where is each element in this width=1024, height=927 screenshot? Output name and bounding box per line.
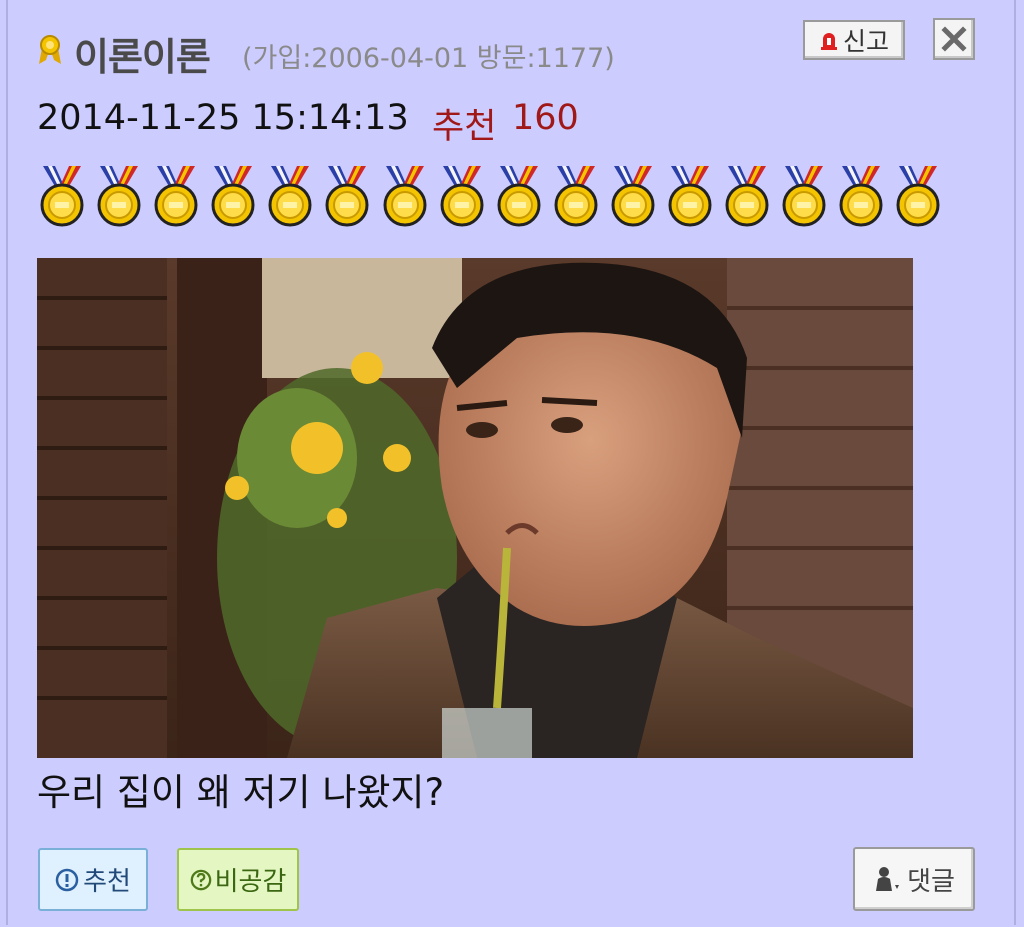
comment-person-icon xyxy=(876,867,900,891)
medal-icon xyxy=(325,166,369,227)
exclamation-circle-icon xyxy=(55,868,79,891)
member-info: (가입:2006-04-01 방문:1177) xyxy=(242,43,615,74)
medal-icon xyxy=(383,166,427,227)
disagree-button[interactable]: 비공감 xyxy=(177,848,299,911)
recommend-label: 추천 xyxy=(432,107,497,147)
medal-icon xyxy=(725,166,769,227)
medal-icon xyxy=(211,166,255,227)
recommend-button[interactable]: 추천 xyxy=(38,848,148,911)
disagree-button-label: 비공감 xyxy=(214,867,287,897)
medal-row xyxy=(37,164,943,228)
ribbon-icon xyxy=(39,35,61,64)
medal-icon xyxy=(40,166,84,227)
report-button[interactable]: 신고 xyxy=(803,20,905,60)
medal-icon xyxy=(268,166,312,227)
medal-icon xyxy=(896,166,940,227)
medal-icon xyxy=(611,166,655,227)
report-label: 신고 xyxy=(842,27,889,56)
medal-icon xyxy=(440,166,484,227)
medal-icon xyxy=(782,166,826,227)
medal-icon xyxy=(554,166,598,227)
question-circle-icon xyxy=(190,869,211,890)
comment-button-label: 댓글 xyxy=(907,866,955,897)
siren-icon xyxy=(820,33,837,50)
close-icon xyxy=(941,26,967,52)
man-drinking-image xyxy=(37,258,913,758)
medal-icon xyxy=(497,166,541,227)
comment-button[interactable]: 댓글 xyxy=(853,847,975,911)
post-datetime: 2014-11-25 15:14:13 xyxy=(37,98,409,138)
close-button[interactable] xyxy=(933,18,975,60)
medal-icon xyxy=(668,166,712,227)
recommend-button-label: 추천 xyxy=(83,867,131,897)
recommend-count: 160 xyxy=(512,98,579,138)
medal-icon xyxy=(154,166,198,227)
post-caption: 우리 집이 왜 저기 나왔지? xyxy=(37,771,445,814)
post-image[interactable] xyxy=(37,258,913,758)
medal-icon xyxy=(97,166,141,227)
medal-icon xyxy=(839,166,883,227)
author-nickname[interactable]: 이론이론 xyxy=(74,26,211,81)
